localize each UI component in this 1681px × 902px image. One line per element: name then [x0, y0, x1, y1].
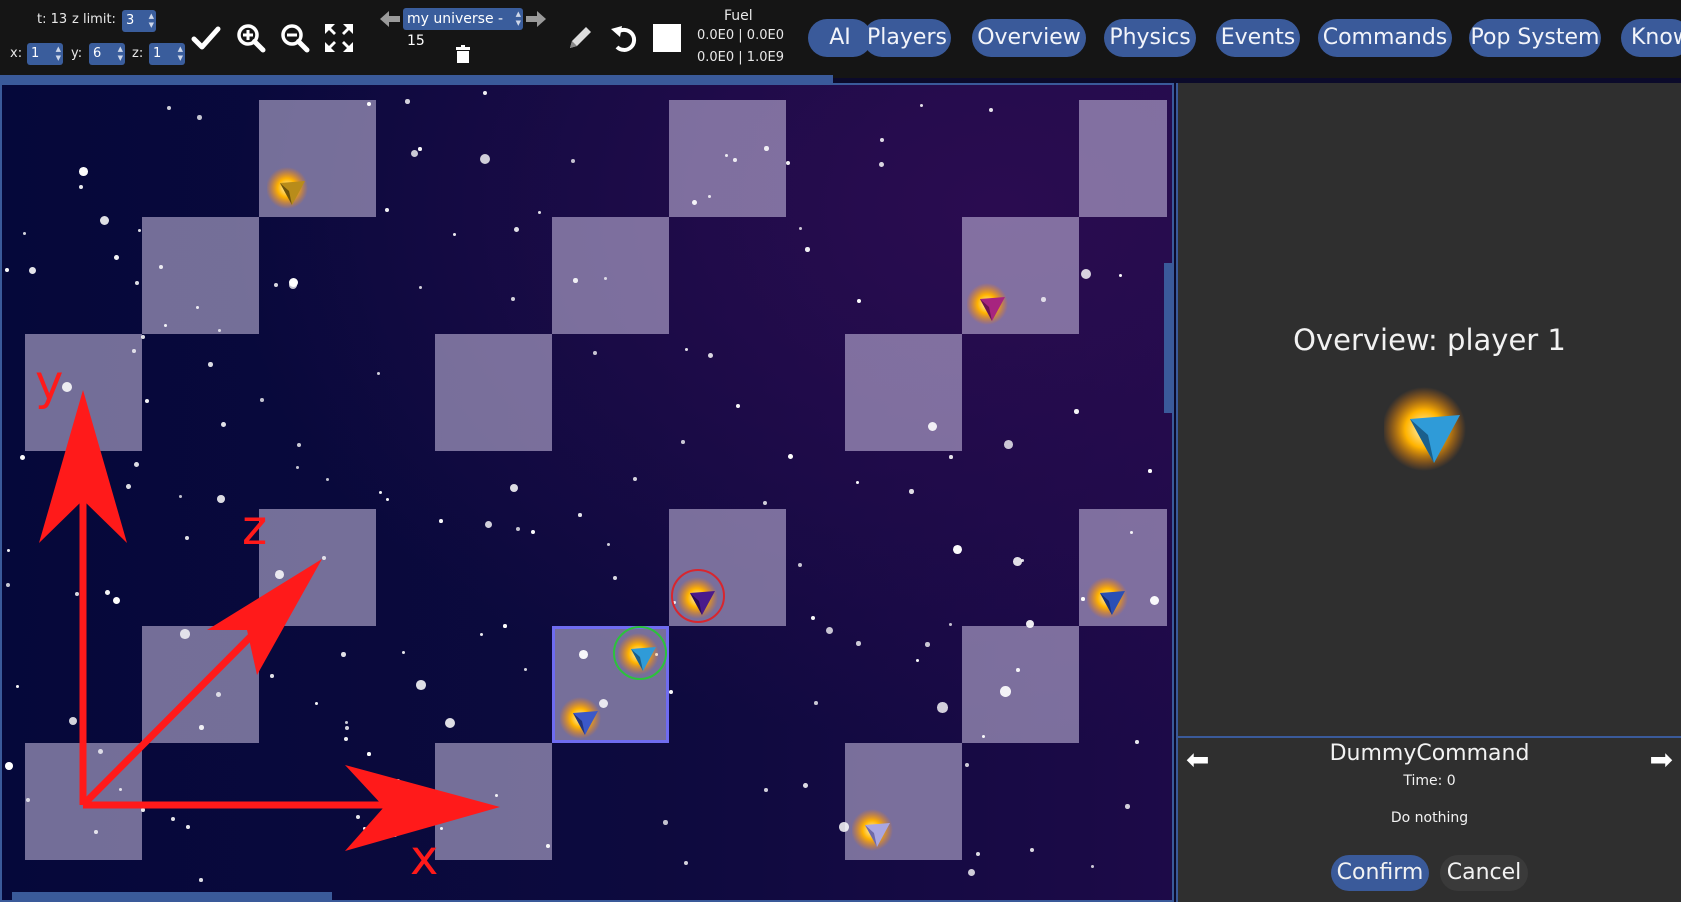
fit-view-icon[interactable] [321, 20, 357, 56]
y-value: 6 [93, 46, 102, 61]
player-ship-large-icon [1384, 387, 1466, 471]
tab-commands[interactable]: Commands [1318, 19, 1452, 57]
overview-panel: Overview: player 1 [1178, 83, 1681, 736]
spin-arrows-icon[interactable]: ▲ ▼ [516, 10, 521, 28]
horizontal-scrollbar[interactable] [12, 892, 332, 900]
x-axis-label: x [410, 830, 439, 886]
spin-arrows-icon[interactable]: ▲ ▼ [56, 45, 61, 63]
tab-physics[interactable]: Physics [1104, 19, 1196, 57]
tab-events[interactable]: Events [1216, 19, 1300, 57]
x-label: x: [10, 46, 23, 61]
z-axis-label: z [242, 500, 268, 556]
z-label: z: [132, 46, 144, 61]
zoom-out-icon[interactable] [277, 20, 313, 56]
axes-overlay [39, 390, 500, 851]
undo-icon[interactable] [606, 20, 642, 56]
x-value: 1 [31, 46, 40, 61]
trash-icon[interactable] [452, 43, 474, 65]
y-label: y: [71, 46, 83, 61]
confirm-button[interactable]: Confirm [1331, 855, 1429, 891]
tab-overview[interactable]: Overview [972, 19, 1086, 57]
z-spinbox[interactable]: 1 ▲ ▼ [149, 43, 185, 65]
tab-pop-system[interactable]: Pop System [1469, 19, 1601, 57]
z-value: 1 [153, 46, 162, 61]
command-description: Do nothing [1390, 810, 1469, 826]
y-spinbox[interactable]: 6 ▲ ▼ [89, 43, 125, 65]
y-axis-label: y [35, 355, 64, 411]
vertical-scrollbar[interactable] [1164, 263, 1172, 413]
spin-arrows-icon[interactable]: ▲ ▼ [178, 45, 183, 63]
side-panel: Overview: player 1 ⬅ ➡ DummyCommand Time… [1176, 83, 1681, 902]
spin-arrows-icon[interactable]: ▲ ▼ [118, 45, 123, 63]
cancel-button[interactable]: Cancel [1440, 855, 1528, 891]
zlimit-spinbox[interactable]: 3 ▲ ▼ [122, 10, 156, 32]
pencil-icon[interactable] [562, 20, 598, 56]
universe-select[interactable]: my universe - 15 ▲ ▼ [403, 8, 523, 49]
fuel-label: Fuel [724, 8, 753, 24]
fuel-line-1: 0.0E0 | 0.0E0 [697, 28, 784, 43]
overview-title: Overview: player 1 [1293, 323, 1566, 357]
prev-arrow-icon[interactable] [379, 8, 401, 30]
command-time: Time: 0 [1403, 773, 1456, 789]
spin-arrows-icon[interactable]: ▲ ▼ [149, 12, 154, 30]
command-name: DummyCommand [1329, 741, 1530, 766]
panel-divider [1178, 736, 1681, 738]
tab-knowledge[interactable]: Know [1621, 19, 1681, 57]
universe-viewport[interactable]: y z x [0, 83, 1174, 902]
stop-icon[interactable] [649, 20, 685, 56]
checkmark-icon[interactable] [188, 20, 224, 56]
x-spinbox[interactable]: 1 ▲ ▼ [27, 43, 63, 65]
zlimit-label: z limit: [72, 12, 116, 27]
next-arrow-icon[interactable] [525, 8, 547, 30]
time-readout: t: 13 [37, 12, 68, 27]
zoom-in-icon[interactable] [233, 20, 269, 56]
tab-players[interactable]: Players [863, 19, 951, 57]
zlimit-value: 3 [126, 13, 135, 28]
timeline-progress-bar[interactable] [0, 75, 833, 83]
top-toolbar: t: 13 z limit: 3 ▲ ▼ x: 1 ▲ ▼ y: 6 ▲ ▼ z: 1… [0, 0, 1681, 83]
fuel-line-2: 0.0E0 | 1.0E9 [697, 50, 784, 65]
